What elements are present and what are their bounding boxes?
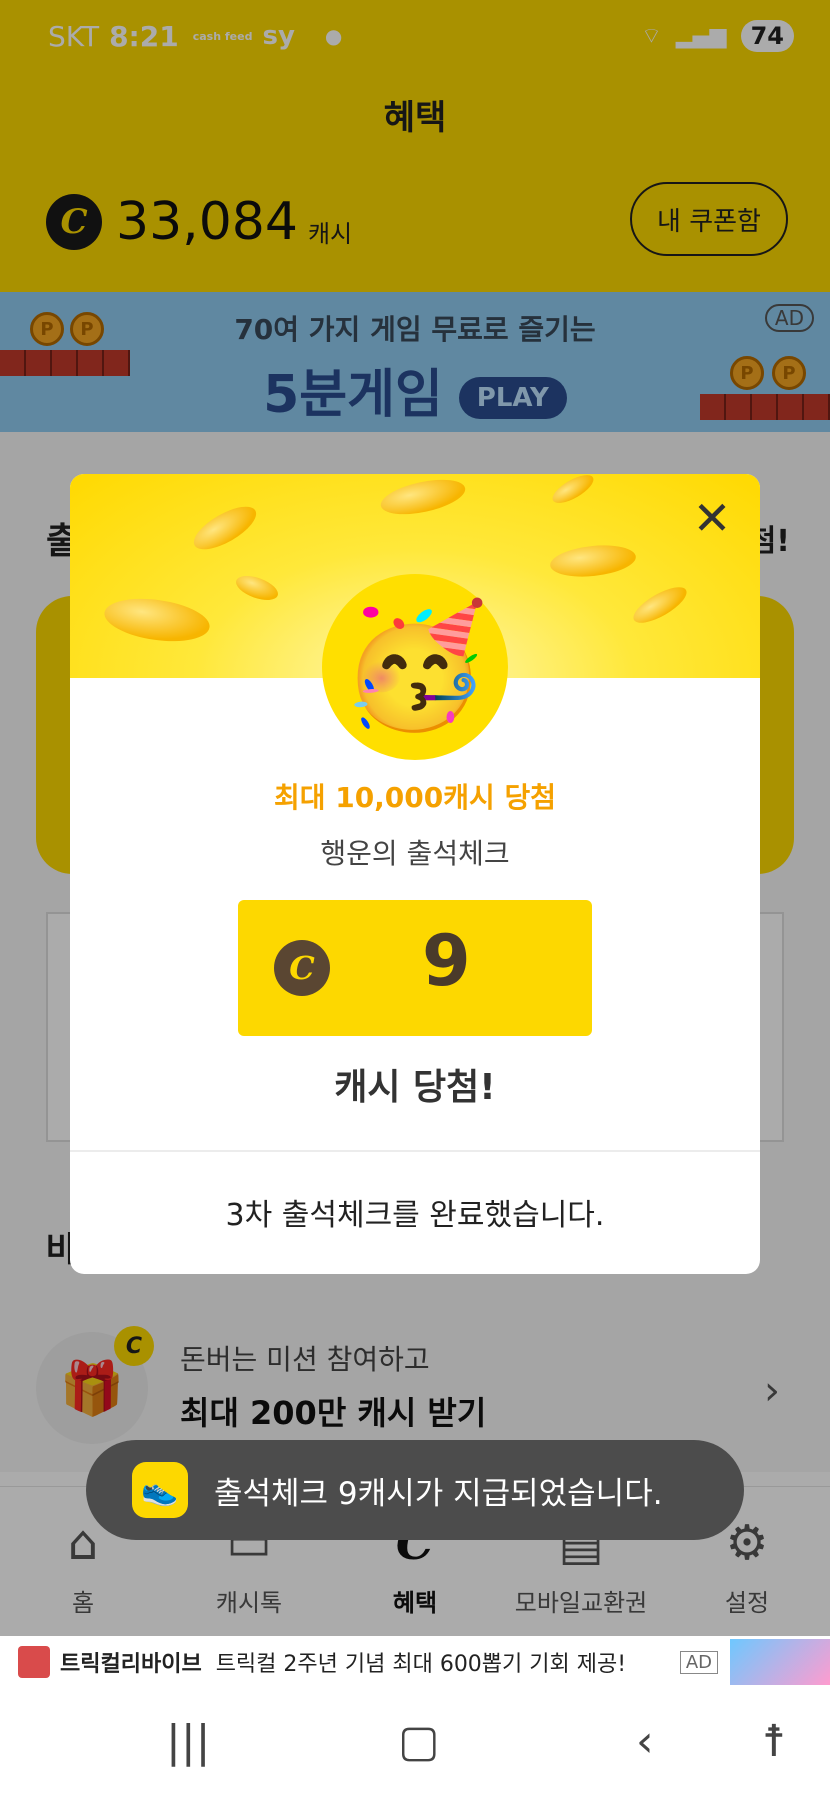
close-icon[interactable]: ✕ <box>688 494 736 542</box>
dialog-divider <box>70 1150 760 1152</box>
prize-amount-box: C 9 <box>238 900 592 1036</box>
system-nav-bar: ||| ▢ ‹ ☨ <box>0 1688 830 1798</box>
cash-coin-icon: C <box>274 940 330 996</box>
cash-won-text: 캐시 당첨! <box>334 1067 496 1108</box>
ad-tag: AD <box>679 1650 718 1674</box>
gold-coin-decoration <box>548 474 598 509</box>
gold-coin-decoration <box>187 498 263 558</box>
gold-coin-decoration <box>377 474 469 521</box>
recent-apps-icon[interactable]: ||| <box>166 1716 210 1767</box>
accessibility-icon[interactable]: ☨ <box>762 1716 786 1767</box>
attendance-result-dialog: ✕ 🥳 최대 10,000캐시 당첨 행운의 출석체크 C 9 캐시 당첨! 3… <box>70 474 760 1274</box>
party-face-icon: 🥳 <box>322 574 508 760</box>
max-prize-text: 최대 10,000캐시 당첨 <box>273 781 557 814</box>
toast-text: 출석체크 9캐시가 지급되었습니다. <box>214 1475 663 1512</box>
ad-thumbnail-icon <box>18 1646 50 1678</box>
gold-coin-decoration <box>232 571 282 605</box>
shoe-icon: 👟 <box>132 1462 188 1518</box>
home-button-icon[interactable]: ▢ <box>398 1716 440 1767</box>
gold-coin-decoration <box>548 541 638 581</box>
prize-amount: 9 <box>422 920 471 1002</box>
gold-coin-decoration <box>101 592 213 648</box>
dialog-subtitle: 행운의 출석체크 <box>320 837 510 870</box>
toast-message: 👟 출석체크 9캐시가 지급되었습니다. <box>86 1440 744 1540</box>
ad-brand: 트릭컬리바이브 <box>60 1652 202 1677</box>
gold-coin-decoration <box>628 580 692 630</box>
ad-image <box>730 1639 830 1685</box>
bottom-ad-bar[interactable]: 트릭컬리바이브 트릭컬 2주년 기념 최대 600뽑기 기회 제공! AD <box>0 1636 830 1688</box>
ad-text: 트릭컬 2주년 기념 최대 600뽑기 기회 제공! <box>215 1652 627 1677</box>
back-icon[interactable]: ‹ <box>636 1716 654 1767</box>
completion-message: 3차 출석체크를 완료했습니다. <box>225 1198 605 1233</box>
